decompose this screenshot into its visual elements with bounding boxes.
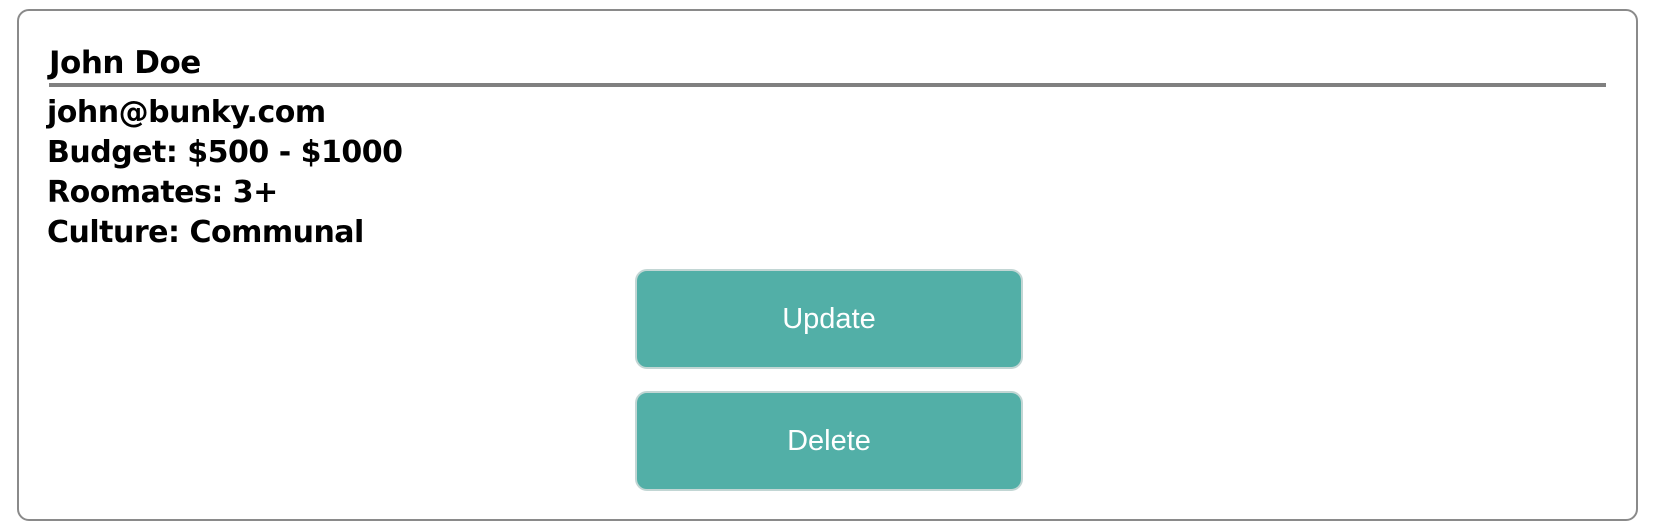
profile-culture: Culture: Communal [47,215,364,250]
profile-details: john@bunky.com Budget: $500 - $1000 Room… [47,93,403,253]
profile-name: John Doe [49,43,1606,87]
profile-budget: Budget: $500 - $1000 [47,135,403,170]
profile-card: John Doe john@bunky.com Budget: $500 - $… [17,9,1638,521]
update-button[interactable]: Update [635,269,1023,369]
profile-roommates: Roomates: 3+ [47,175,278,210]
delete-button[interactable]: Delete [635,391,1023,491]
profile-email: john@bunky.com [47,95,326,130]
